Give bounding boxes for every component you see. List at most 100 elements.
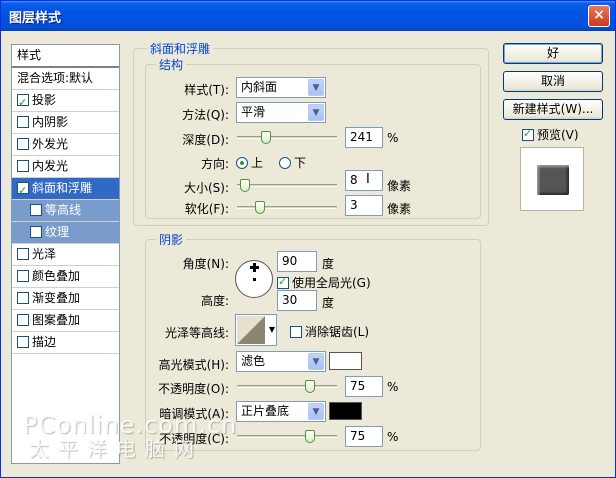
- style-item-pattern-overlay[interactable]: 图案叠加: [12, 310, 119, 332]
- direction-up-radio[interactable]: [236, 157, 248, 169]
- shadow-opacity-input[interactable]: 75: [345, 426, 383, 447]
- bevel-style-value: 内斜面: [241, 80, 278, 94]
- depth-label: 深度(D):: [182, 133, 229, 147]
- text-cursor-icon: I: [366, 172, 370, 187]
- layer-style-dialog: 图层样式 × 样式 混合选项:默认 投影 内阴影 外发光 内发光 斜面和浮雕 等…: [0, 0, 616, 478]
- soften-slider[interactable]: [237, 201, 337, 214]
- gloss-contour-picker[interactable]: ▼: [235, 314, 277, 346]
- new-style-button[interactable]: 新建样式(W)...: [503, 99, 603, 120]
- drop-shadow-checkbox[interactable]: [17, 92, 29, 113]
- highlight-mode-select[interactable]: 滤色 ▼: [236, 351, 326, 372]
- size-unit: 像素: [387, 179, 412, 193]
- style-list: 样式 混合选项:默认 投影 内阴影 外发光 内发光 斜面和浮雕 等高线 纹理 光…: [11, 44, 120, 464]
- direction-up-label: 上: [251, 156, 264, 170]
- depth-slider[interactable]: [237, 131, 337, 144]
- chevron-down-icon: ▼: [308, 104, 324, 121]
- angle-input[interactable]: 90: [277, 251, 317, 272]
- direction-down-label: 下: [294, 156, 307, 170]
- soften-slider-thumb[interactable]: [255, 201, 265, 214]
- style-item-label: 外发光: [32, 137, 69, 151]
- bevel-emboss-group-label: 斜面和浮雕: [147, 40, 214, 57]
- style-label: 样式(T):: [184, 83, 229, 97]
- color-overlay-checkbox[interactable]: [17, 270, 29, 282]
- style-item-label: 渐变叠加: [32, 291, 81, 305]
- size-slider-thumb[interactable]: [240, 179, 250, 192]
- style-item-label: 纹理: [45, 225, 70, 239]
- style-item-stroke[interactable]: 描边: [12, 332, 119, 354]
- shading-group-label: 阴影: [156, 231, 187, 248]
- highlight-opacity-unit: %: [387, 380, 399, 394]
- style-item-label: 光泽: [32, 247, 57, 261]
- highlight-mode-label: 高光模式(H):: [158, 358, 229, 372]
- anti-alias-checkbox[interactable]: [290, 326, 302, 338]
- altitude-input[interactable]: 30: [277, 290, 317, 311]
- style-item-color-overlay[interactable]: 颜色叠加: [12, 266, 119, 288]
- style-list-header[interactable]: 样式: [12, 45, 119, 68]
- satin-checkbox[interactable]: [17, 248, 29, 260]
- inner-shadow-checkbox[interactable]: [17, 116, 29, 128]
- texture-checkbox[interactable]: [30, 226, 42, 238]
- gradient-overlay-checkbox[interactable]: [17, 292, 29, 304]
- close-button[interactable]: ×: [588, 5, 610, 27]
- size-label: 大小(S):: [183, 181, 229, 195]
- contour-checkbox[interactable]: [30, 204, 42, 216]
- outer-glow-checkbox[interactable]: [17, 138, 29, 150]
- direction-label: 方向:: [200, 157, 229, 171]
- technique-select[interactable]: 平滑 ▼: [236, 102, 326, 123]
- style-item-inner-glow[interactable]: 内发光: [12, 156, 119, 178]
- highlight-opacity-label: 不透明度(O):: [158, 382, 229, 396]
- shadow-opacity-slider[interactable]: [237, 430, 337, 443]
- angle-dial[interactable]: [235, 260, 273, 298]
- shadow-mode-value: 正片叠底: [241, 404, 290, 418]
- style-item-label: 图案叠加: [32, 313, 81, 327]
- title-bar[interactable]: 图层样式 ×: [1, 1, 615, 31]
- depth-input[interactable]: 241: [345, 127, 383, 148]
- direction-up-option[interactable]: 上: [236, 154, 263, 171]
- chevron-down-icon: ▼: [308, 403, 324, 420]
- altitude-unit: 度: [322, 296, 335, 310]
- shadow-opacity-thumb[interactable]: [305, 430, 315, 443]
- style-item-bevel-emboss[interactable]: 斜面和浮雕: [12, 178, 119, 201]
- anti-alias-option[interactable]: 消除锯齿(L): [290, 323, 369, 340]
- cancel-button[interactable]: 取消: [503, 71, 603, 92]
- style-preview-box: [520, 147, 584, 211]
- highlight-opacity-slider[interactable]: [237, 380, 337, 393]
- style-item-label: 投影: [32, 93, 57, 107]
- soften-unit: 像素: [387, 202, 412, 216]
- highlight-opacity-input[interactable]: 75: [345, 376, 383, 397]
- style-item-inner-shadow[interactable]: 内阴影: [12, 112, 119, 134]
- pattern-overlay-checkbox[interactable]: [17, 314, 29, 326]
- size-slider[interactable]: [237, 179, 337, 192]
- gloss-contour-label: 光泽等高线:: [164, 326, 229, 340]
- size-input[interactable]: 8 I: [345, 170, 383, 191]
- soften-input[interactable]: 3: [345, 195, 383, 216]
- shadow-color-swatch[interactable]: [329, 402, 362, 420]
- dialog-title: 图层样式: [9, 11, 62, 26]
- global-light-checkbox[interactable]: [277, 275, 289, 289]
- watermark-subtext: 太平洋电脑网: [29, 437, 203, 461]
- preview-option[interactable]: 预览(V): [522, 126, 579, 143]
- style-item-satin[interactable]: 光泽: [12, 244, 119, 266]
- direction-down-radio[interactable]: [279, 157, 291, 169]
- ok-button[interactable]: 好: [503, 43, 603, 64]
- depth-slider-thumb[interactable]: [261, 131, 271, 144]
- style-item-outer-glow[interactable]: 外发光: [12, 134, 119, 156]
- highlight-opacity-thumb[interactable]: [305, 380, 315, 393]
- highlight-color-swatch[interactable]: [329, 352, 362, 370]
- stroke-checkbox[interactable]: [17, 336, 29, 348]
- bevel-style-select[interactable]: 内斜面 ▼: [236, 77, 326, 98]
- shadow-mode-select[interactable]: 正片叠底 ▼: [236, 401, 326, 422]
- style-item-texture[interactable]: 纹理: [12, 222, 119, 244]
- blend-options-item[interactable]: 混合选项:默认: [12, 68, 119, 90]
- inner-glow-checkbox[interactable]: [17, 160, 29, 172]
- style-item-label: 等高线: [45, 203, 82, 217]
- global-light-option[interactable]: 使用全局光(G): [277, 274, 371, 291]
- technique-value: 平滑: [241, 105, 266, 119]
- bevel-emboss-checkbox[interactable]: [17, 180, 29, 201]
- style-item-drop-shadow[interactable]: 投影: [12, 90, 119, 113]
- preview-checkbox[interactable]: [522, 127, 534, 141]
- style-item-gradient-overlay[interactable]: 渐变叠加: [12, 288, 119, 310]
- direction-down-option[interactable]: 下: [279, 154, 306, 171]
- style-item-contour[interactable]: 等高线: [12, 200, 119, 222]
- shadow-opacity-unit: %: [387, 430, 399, 444]
